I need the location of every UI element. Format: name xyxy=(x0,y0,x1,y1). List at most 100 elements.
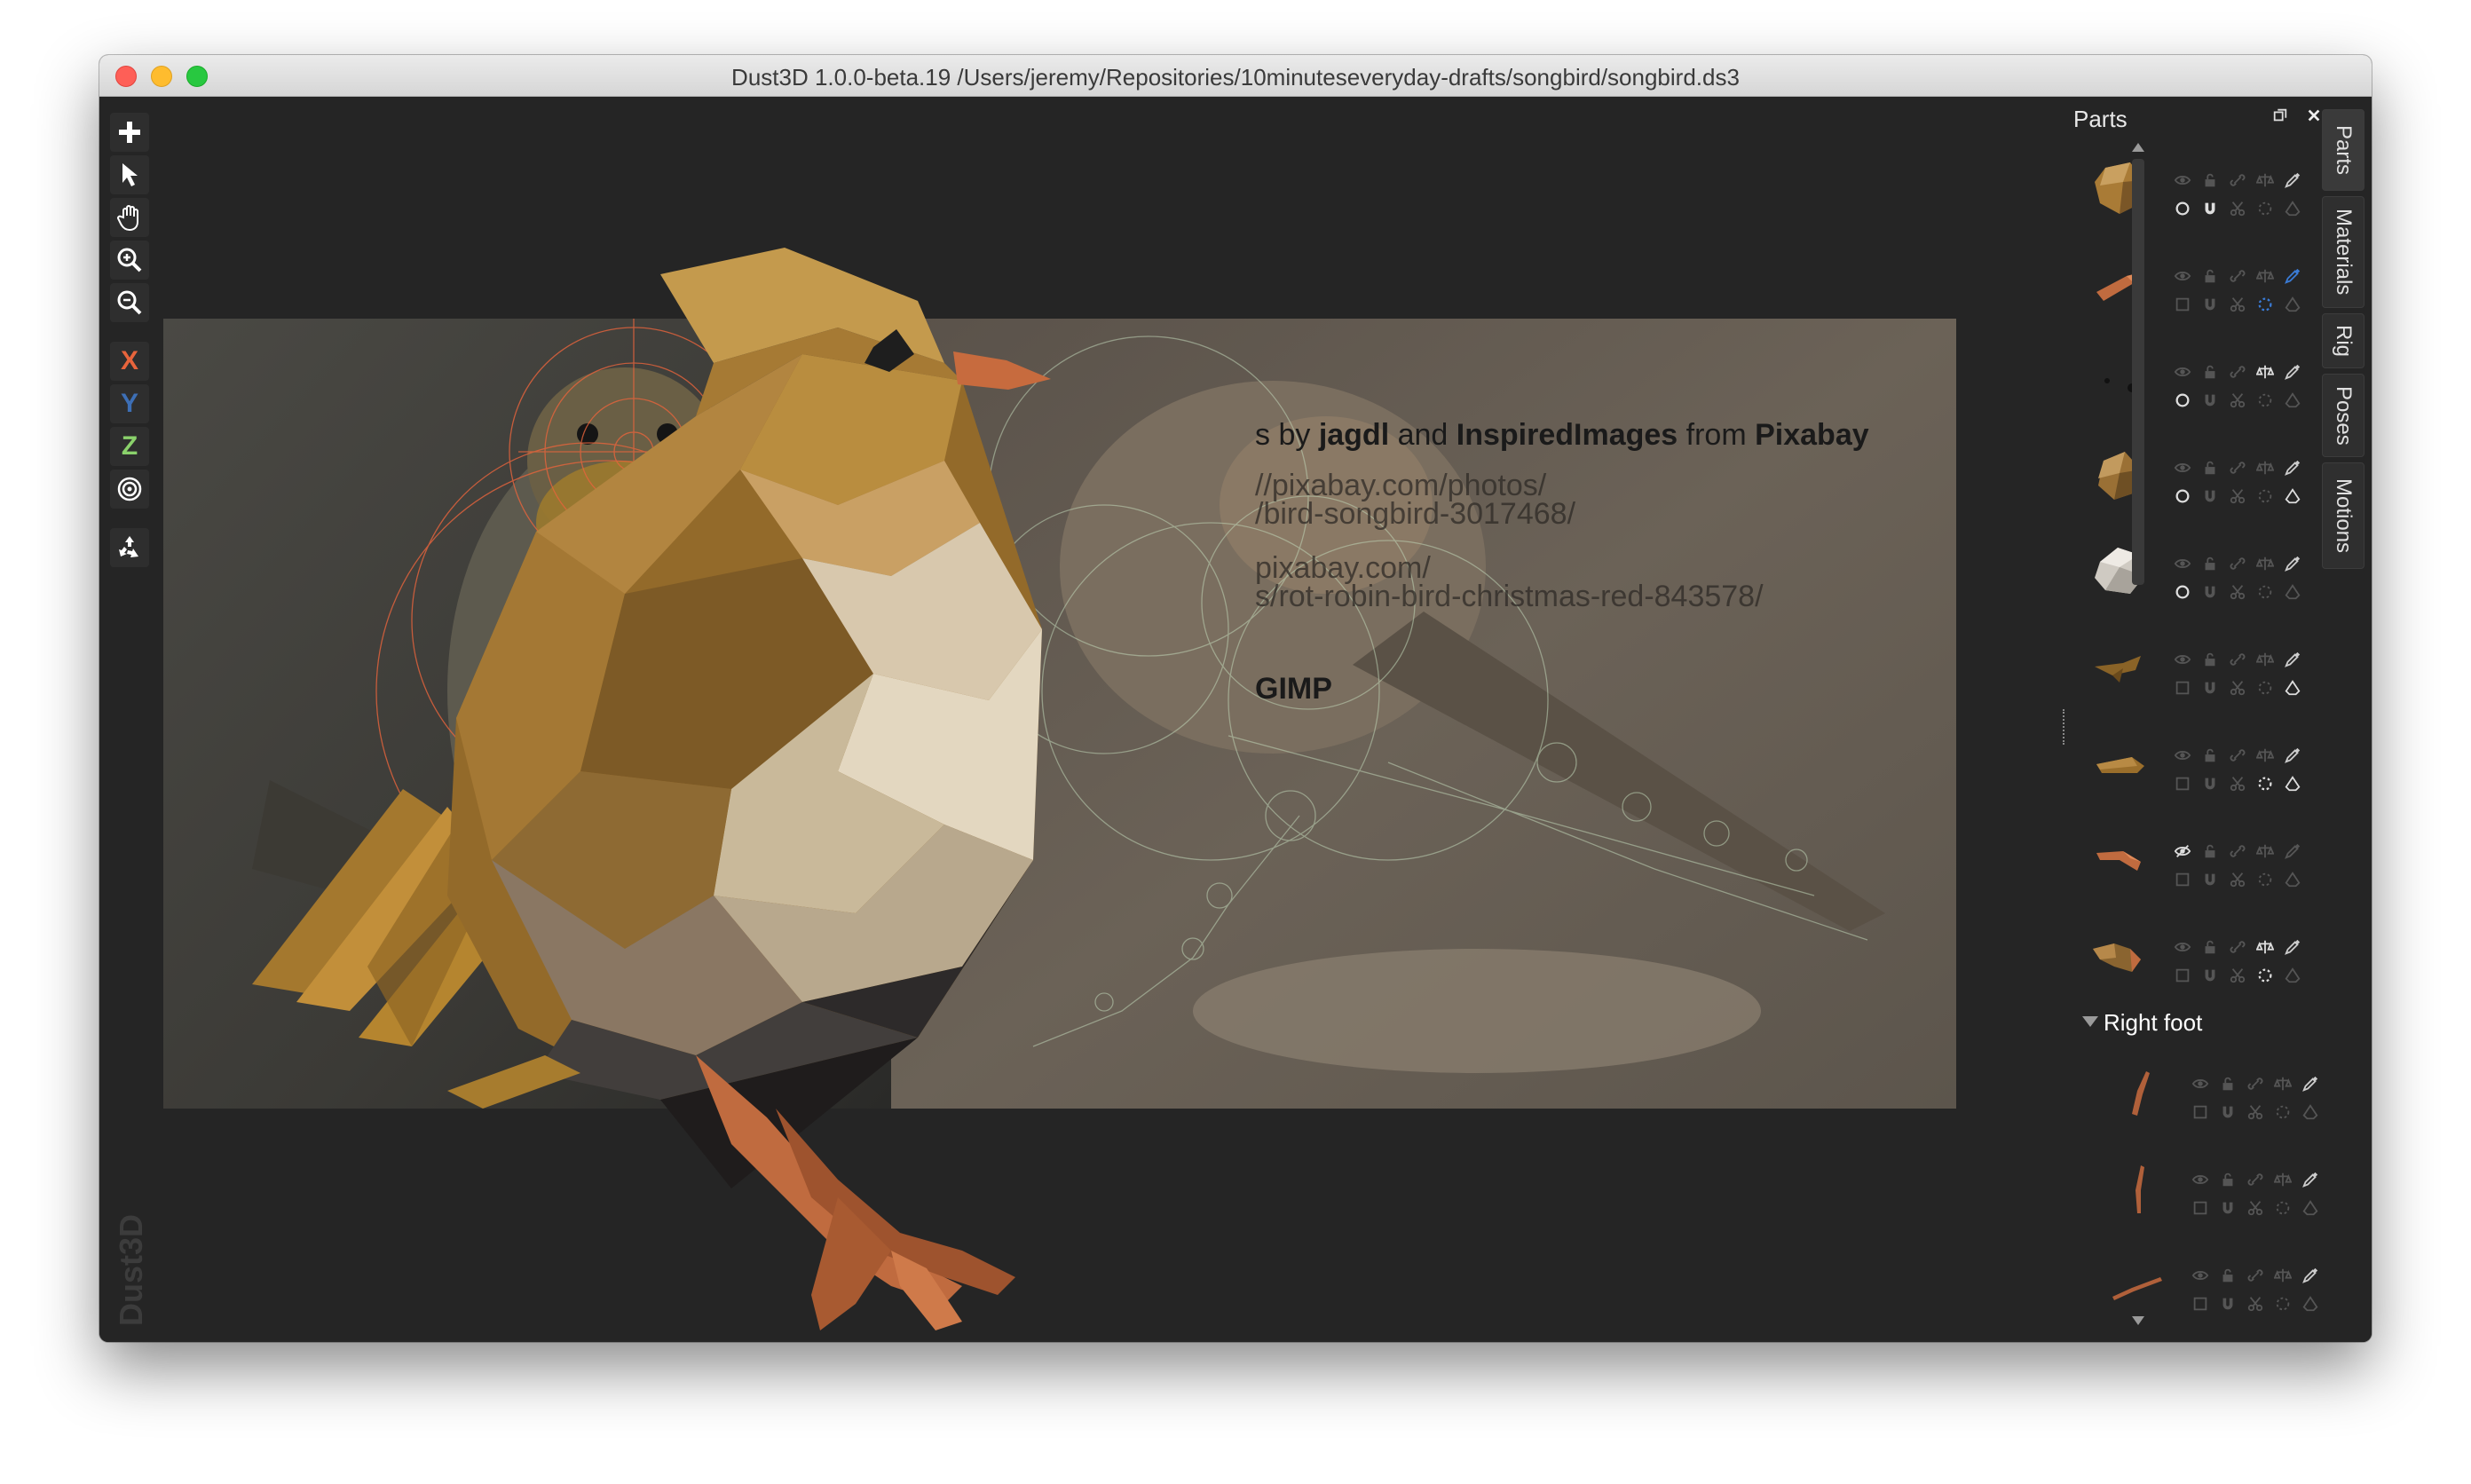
color-picker-icon[interactable] xyxy=(2301,1074,2320,1093)
visibility-eye-icon[interactable] xyxy=(2191,1074,2210,1093)
y-axis-lock-button[interactable]: Y xyxy=(110,384,149,423)
x-axis-lock-button[interactable]: X xyxy=(110,342,149,381)
subdivide-circle-icon[interactable] xyxy=(2173,391,2192,410)
subdivide-square-icon[interactable] xyxy=(2173,966,2192,985)
subdivide-square-icon[interactable] xyxy=(2173,678,2192,698)
link-icon[interactable] xyxy=(2228,650,2247,669)
magnet-icon[interactable] xyxy=(2200,582,2220,602)
magnet-icon[interactable] xyxy=(2218,1102,2238,1122)
rotate-dots-icon[interactable] xyxy=(2255,678,2275,698)
magnet-icon[interactable] xyxy=(2200,295,2220,314)
chamfer-icon[interactable] xyxy=(2283,678,2302,698)
zoom-in-button[interactable] xyxy=(110,241,149,280)
link-icon[interactable] xyxy=(2228,458,2247,478)
magnet-icon[interactable] xyxy=(2200,870,2220,889)
list-item[interactable] xyxy=(2088,906,2309,1002)
rotate-dots-icon[interactable] xyxy=(2255,582,2275,602)
chamfer-icon[interactable] xyxy=(2301,1294,2320,1314)
symmetry-balance-icon[interactable] xyxy=(2255,841,2275,861)
color-picker-icon[interactable] xyxy=(2283,170,2302,190)
color-picker-icon[interactable] xyxy=(2283,362,2302,382)
magnet-icon[interactable] xyxy=(2200,391,2220,410)
lock-icon[interactable] xyxy=(2218,1266,2238,1285)
lock-icon[interactable] xyxy=(2200,362,2220,382)
chamfer-icon[interactable] xyxy=(2301,1198,2320,1218)
lock-icon[interactable] xyxy=(2200,650,2220,669)
z-axis-lock-button[interactable]: Z xyxy=(110,427,149,466)
magnet-icon[interactable] xyxy=(2200,966,2220,985)
lock-icon[interactable] xyxy=(2218,1170,2238,1189)
tab-parts[interactable]: Parts xyxy=(2322,109,2364,191)
close-panel-button[interactable] xyxy=(2304,106,2324,125)
rotate-dots-icon[interactable] xyxy=(2255,486,2275,506)
list-item[interactable] xyxy=(2088,235,2309,331)
subdivide-square-icon[interactable] xyxy=(2173,295,2192,314)
color-picker-icon[interactable] xyxy=(2283,937,2302,957)
list-item[interactable] xyxy=(2088,523,2309,619)
magnet-icon[interactable] xyxy=(2200,486,2220,506)
rotate-dots-icon[interactable] xyxy=(2255,870,2275,889)
magnet-icon[interactable] xyxy=(2218,1294,2238,1314)
link-icon[interactable] xyxy=(2246,1170,2265,1189)
subdivide-circle-icon[interactable] xyxy=(2173,582,2192,602)
subdivide-square-icon[interactable] xyxy=(2191,1102,2210,1122)
lock-icon[interactable] xyxy=(2200,170,2220,190)
lock-icon[interactable] xyxy=(2200,554,2220,573)
tab-rig[interactable]: Rig xyxy=(2322,313,2364,368)
rotate-dots-icon[interactable] xyxy=(2273,1294,2293,1314)
rotate-dots-icon[interactable] xyxy=(2255,966,2275,985)
list-item[interactable] xyxy=(2088,810,2309,906)
rotate-dots-icon[interactable] xyxy=(2273,1198,2293,1218)
subdivide-circle-icon[interactable] xyxy=(2173,486,2192,506)
visibility-eye-icon[interactable] xyxy=(2173,170,2192,190)
chamfer-icon[interactable] xyxy=(2283,966,2302,985)
color-picker-icon[interactable] xyxy=(2283,650,2302,669)
rotate-dots-icon[interactable] xyxy=(2255,199,2275,218)
symmetry-balance-icon[interactable] xyxy=(2273,1266,2293,1285)
cut-icon[interactable] xyxy=(2228,486,2247,506)
symmetry-balance-icon[interactable] xyxy=(2255,458,2275,478)
link-icon[interactable] xyxy=(2228,362,2247,382)
magnet-icon[interactable] xyxy=(2200,678,2220,698)
chamfer-icon[interactable] xyxy=(2283,199,2302,218)
cut-icon[interactable] xyxy=(2228,678,2247,698)
visibility-eye-icon[interactable] xyxy=(2173,458,2192,478)
tab-motions[interactable]: Motions xyxy=(2322,462,2364,569)
symmetry-balance-icon[interactable] xyxy=(2273,1170,2293,1189)
tab-poses[interactable]: Poses xyxy=(2322,374,2364,457)
lock-icon[interactable] xyxy=(2200,266,2220,286)
cut-icon[interactable] xyxy=(2246,1198,2265,1218)
color-picker-icon[interactable] xyxy=(2283,266,2302,286)
color-picker-icon[interactable] xyxy=(2301,1266,2320,1285)
subdivide-square-icon[interactable] xyxy=(2191,1294,2210,1314)
part-group-right-foot[interactable]: Right foot xyxy=(2082,1002,2309,1043)
subdivide-square-icon[interactable] xyxy=(2173,774,2192,793)
subdivide-circle-icon[interactable] xyxy=(2173,199,2192,218)
3d-viewport[interactable]: s by jagdl and InspiredImages from Pixab… xyxy=(163,97,2045,1342)
visibility-eye-icon[interactable] xyxy=(2173,650,2192,669)
cut-icon[interactable] xyxy=(2228,582,2247,602)
magnet-icon[interactable] xyxy=(2200,774,2220,793)
visibility-eye-icon[interactable] xyxy=(2173,554,2192,573)
link-icon[interactable] xyxy=(2228,170,2247,190)
link-icon[interactable] xyxy=(2246,1266,2265,1285)
list-item[interactable] xyxy=(2088,619,2309,714)
cut-icon[interactable] xyxy=(2228,774,2247,793)
cut-icon[interactable] xyxy=(2228,391,2247,410)
expand-triangle-icon[interactable] xyxy=(2082,1016,2098,1027)
link-icon[interactable] xyxy=(2228,746,2247,765)
color-picker-icon[interactable] xyxy=(2301,1170,2320,1189)
visibility-eye-icon[interactable] xyxy=(2191,1170,2210,1189)
lock-icon[interactable] xyxy=(2218,1074,2238,1093)
chamfer-icon[interactable] xyxy=(2283,870,2302,889)
chamfer-icon[interactable] xyxy=(2283,391,2302,410)
zoom-out-button[interactable] xyxy=(110,283,149,322)
link-icon[interactable] xyxy=(2228,937,2247,957)
subdivide-square-icon[interactable] xyxy=(2191,1198,2210,1218)
radial-lock-button[interactable] xyxy=(110,470,149,509)
symmetry-balance-icon[interactable] xyxy=(2255,937,2275,957)
subdivide-square-icon[interactable] xyxy=(2173,870,2192,889)
chamfer-icon[interactable] xyxy=(2283,774,2302,793)
undock-panel-button[interactable] xyxy=(2270,106,2290,125)
cut-icon[interactable] xyxy=(2228,966,2247,985)
